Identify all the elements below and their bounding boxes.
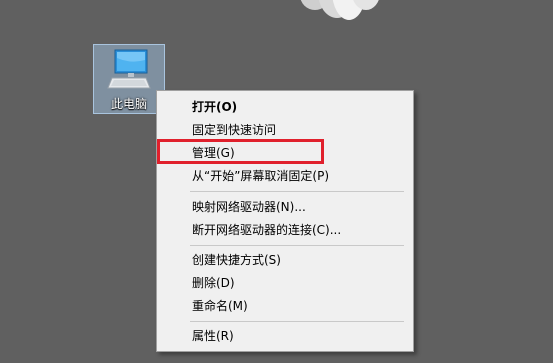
menu-item-disconnect-network-drive[interactable]: 断开网络驱动器的连接(C)... [159, 219, 411, 241]
manage-highlight-box [157, 139, 324, 164]
menu-item-pin-quick-access[interactable]: 固定到快速访问 [159, 119, 411, 141]
menu-separator [190, 245, 404, 246]
menu-separator [190, 191, 404, 192]
menu-item-map-network-drive[interactable]: 映射网络驱动器(N)... [159, 196, 411, 218]
menu-item-delete[interactable]: 删除(D) [159, 272, 411, 294]
menu-item-rename[interactable]: 重命名(M) [159, 295, 411, 317]
menu-item-unpin-start[interactable]: 从“开始”屏幕取消固定(P) [159, 165, 411, 187]
context-menu: 打开(O) 固定到快速访问 管理(G) 从“开始”屏幕取消固定(P) 映射网络驱… [156, 90, 414, 352]
desktop[interactable]: 此电脑 打开(O) 固定到快速访问 管理(G) 从“开始”屏幕取消固定(P) 映… [0, 0, 553, 363]
computer-icon [107, 49, 151, 89]
menu-item-open[interactable]: 打开(O) [159, 96, 411, 118]
menu-separator [190, 321, 404, 322]
menu-item-properties[interactable]: 属性(R) [159, 325, 411, 347]
this-pc-desktop-icon[interactable]: 此电脑 [93, 44, 165, 114]
menu-item-create-shortcut[interactable]: 创建快捷方式(S) [159, 249, 411, 271]
desktop-icon-label: 此电脑 [110, 97, 147, 111]
